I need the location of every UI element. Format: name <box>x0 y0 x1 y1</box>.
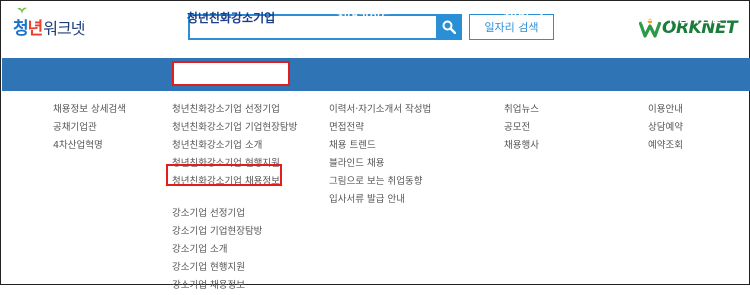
menu-link[interactable]: 강소기업 채용정보 <box>172 277 297 295</box>
logo-text-1: 청 <box>13 19 29 39</box>
nav-item-job-news[interactable]: 취업뉴스 <box>485 1 565 34</box>
nav-highlight-box <box>172 61 290 86</box>
search-icon <box>442 20 456 34</box>
menu-link[interactable]: 청년친화강소기업 기업현장탐방 <box>172 119 297 137</box>
menu-col-youth-friendly: 청년친화강소기업 선정기업 청년친화강소기업 기업현장탐방 청년친화강소기업 소… <box>172 101 297 295</box>
menu-link[interactable]: 강소기업 현행지원 <box>172 259 297 277</box>
menu-link[interactable]: 청년친화강소기업 선정기업 <box>172 101 297 119</box>
menu-link[interactable]: 입사서류 발급 안내 <box>329 191 431 209</box>
menu-link[interactable]: 면접전략 <box>329 119 431 137</box>
nav-item-youth-friendly[interactable]: 청년친화강소기업 <box>173 1 289 34</box>
menu-link[interactable]: 채용정보 상세검색 <box>53 101 126 119</box>
menu-link[interactable]: 공채기업관 <box>53 119 126 137</box>
menu-link[interactable]: 그림으로 보는 취업동향 <box>329 173 431 191</box>
nav-item-job-guide[interactable]: 취업가이드 <box>319 1 409 34</box>
menu-link[interactable]: 강소기업 소개 <box>172 241 297 259</box>
submenu-highlight-box <box>166 164 282 186</box>
menu-link[interactable]: 취업뉴스 <box>504 101 539 119</box>
menu-link[interactable]: 강소기업 선정기업 <box>172 205 297 223</box>
menu-link[interactable]: 채용 트렌드 <box>329 137 431 155</box>
menu-gap <box>172 191 297 205</box>
menu-link[interactable]: 상담예약 <box>648 119 683 137</box>
logo-text-2: 년 <box>27 19 44 39</box>
menu-col-school-support: 이용안내 상담예약 예약조회 <box>648 101 683 155</box>
menu-link[interactable]: 이용안내 <box>648 101 683 119</box>
nav-item-recruit-info[interactable]: 채용정보 <box>46 1 136 34</box>
menu-col-job-guide: 이력서·자기소개서 작성법 면접전략 채용 트렌드 블라인드 채용 그림으로 보… <box>329 101 431 209</box>
menu-col-job-news: 취업뉴스 공모전 채용행사 <box>504 101 539 155</box>
screenshot-frame: 청 년 워크넷 일자리 검색 ORKNET 채용정보 청년친화강소기업 취업가이… <box>0 0 750 291</box>
menu-link[interactable]: 채용행사 <box>504 137 539 155</box>
menu-link[interactable]: 공모전 <box>504 119 539 137</box>
menu-link[interactable]: 블라인드 채용 <box>329 155 431 173</box>
main-nav <box>2 58 750 91</box>
menu-col-recruit: 채용정보 상세검색 공채기업관 4차산업혁명 <box>53 101 126 155</box>
menu-link[interactable]: 4차산업혁명 <box>53 137 126 155</box>
search-button[interactable] <box>436 14 462 40</box>
menu-link[interactable]: 청년친화강소기업 소개 <box>172 137 297 155</box>
menu-link[interactable]: 강소기업 기업현장탐방 <box>172 223 297 241</box>
nav-item-school-support[interactable]: 우리학교취업지원실 <box>609 1 735 34</box>
menu-link[interactable]: 이력서·자기소개서 작성법 <box>329 101 431 119</box>
menu-link[interactable]: 예약조회 <box>648 137 683 155</box>
